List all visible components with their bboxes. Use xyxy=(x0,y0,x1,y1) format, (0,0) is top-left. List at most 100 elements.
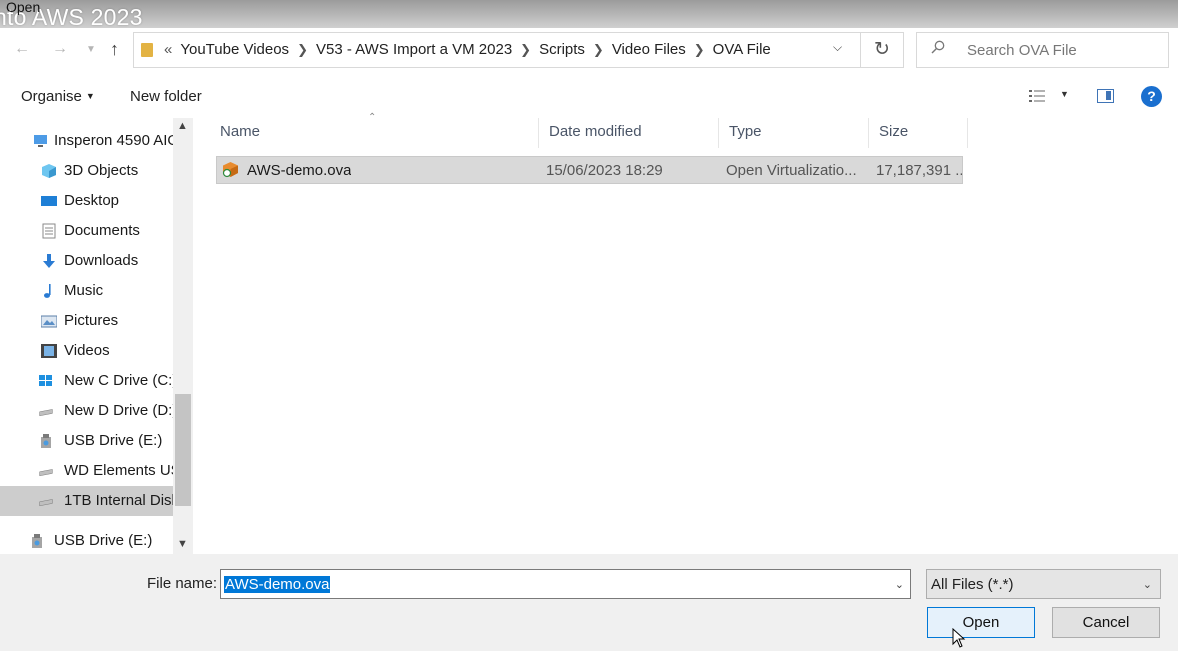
scroll-down-icon[interactable]: ▼ xyxy=(177,538,188,550)
file-name-label: File name: xyxy=(147,575,218,592)
breadcrumb-youtube-videos[interactable]: YouTube Videos xyxy=(180,41,289,58)
sidebar-item-d-drive[interactable]: New D Drive (D:) xyxy=(0,396,173,426)
column-header-name[interactable]: Name xyxy=(210,118,539,148)
breadcrumb-video-files[interactable]: Video Files xyxy=(612,41,686,58)
search-box[interactable]: Search OVA File xyxy=(916,32,1169,68)
caret-down-icon: ▼ xyxy=(85,91,95,101)
arrow-left-icon[interactable]: ← xyxy=(14,40,30,58)
file-name-input[interactable]: AWS-demo.ova ⌄ xyxy=(220,569,911,599)
document-icon xyxy=(42,223,56,239)
sidebar-item-downloads[interactable]: Downloads xyxy=(0,246,173,276)
file-type-filter[interactable]: All Files (*.*) ⌄ xyxy=(926,569,1161,599)
drive-icon xyxy=(39,409,53,417)
toolbar: Organise ▼ New folder xyxy=(0,78,1178,116)
window-title: Open xyxy=(6,0,41,15)
download-arrow-icon xyxy=(43,254,55,268)
view-dropdown-icon[interactable]: ▼ xyxy=(1060,89,1069,99)
chevron-right-icon[interactable]: ❯ xyxy=(520,42,531,57)
sidebar-item-label: Desktop xyxy=(64,192,120,209)
breadcrumb-overflow[interactable]: « xyxy=(164,41,172,58)
navigation-pane: Insperon 4590 AIO 3D Objects Desktop Doc… xyxy=(0,118,173,554)
sidebar-item-videos[interactable]: Videos xyxy=(0,336,173,366)
preview-pane-icon[interactable] xyxy=(1097,89,1114,103)
sidebar-item-wd-elements[interactable]: WD Elements US xyxy=(0,456,173,486)
sidebar-item-label: Downloads xyxy=(64,252,139,269)
file-name: AWS-demo.ova xyxy=(247,162,352,179)
sidebar-item-desktop[interactable]: Desktop xyxy=(0,186,173,216)
chevron-right-icon[interactable]: ❯ xyxy=(593,42,604,57)
address-dropdown-icon[interactable]: ⌵ xyxy=(833,40,842,55)
sidebar-item-pictures[interactable]: Pictures xyxy=(0,306,173,336)
sidebar-item-this-pc[interactable]: Insperon 4590 AIO xyxy=(0,126,173,156)
usb-drive-icon xyxy=(32,534,42,548)
column-header-date-modified[interactable]: Date modified xyxy=(539,118,719,148)
picture-icon xyxy=(41,315,57,328)
desktop-icon xyxy=(41,196,57,206)
sidebar-item-label: USB Drive (E:) xyxy=(64,432,163,449)
cancel-button[interactable]: Cancel xyxy=(1052,607,1160,638)
cube-icon xyxy=(42,164,56,178)
new-folder-button[interactable]: New folder xyxy=(130,88,202,105)
sidebar-item-label: 3D Objects xyxy=(64,162,139,179)
arrow-up-icon[interactable]: ↑ xyxy=(110,39,119,60)
sidebar-item-label: New D Drive (D:) xyxy=(64,402,173,419)
breadcrumb-scripts[interactable]: Scripts xyxy=(539,41,585,58)
computer-icon xyxy=(34,135,47,147)
sidebar-item-c-drive[interactable]: New C Drive (C:) xyxy=(0,366,173,396)
sidebar-item-label: Music xyxy=(64,282,104,299)
scroll-up-icon[interactable]: ▲ xyxy=(177,120,188,132)
drive-icon xyxy=(39,499,53,507)
title-bar: nto AWS 2023 Open xyxy=(0,0,1178,28)
folder-icon xyxy=(141,43,153,57)
breadcrumb-v53[interactable]: V53 - AWS Import a VM 2023 xyxy=(316,41,512,58)
file-date-modified: 15/06/2023 18:29 xyxy=(546,162,663,179)
file-row[interactable]: AWS-demo.ova 15/06/2023 18:29 Open Virtu… xyxy=(216,156,963,184)
sidebar-item-label: Documents xyxy=(64,222,140,239)
sidebar-item-label: Pictures xyxy=(64,312,119,329)
file-name-value: AWS-demo.ova xyxy=(224,576,331,593)
search-placeholder: Search OVA File xyxy=(967,42,1077,59)
drive-icon xyxy=(39,469,53,477)
sidebar-scrollbar[interactable]: ▲ ▼ xyxy=(173,118,193,554)
virtual-appliance-icon xyxy=(222,162,238,178)
refresh-icon[interactable]: ↻ xyxy=(861,32,904,68)
chevron-down-icon[interactable]: ⌄ xyxy=(895,578,904,591)
view-options-icon[interactable] xyxy=(1029,89,1047,103)
chevron-down-icon[interactable]: ▼ xyxy=(86,44,96,55)
address-bar[interactable]: « YouTube Videos ❯ V53 - AWS Import a VM 20… xyxy=(133,32,861,68)
column-headers: Name Date modified Type Size xyxy=(210,118,968,148)
column-header-size[interactable]: Size xyxy=(869,118,968,148)
sidebar-item-label: Insperon 4590 AIO xyxy=(54,132,173,149)
sidebar-item-label: USB Drive (E:) xyxy=(54,532,153,549)
arrow-right-icon[interactable]: → xyxy=(52,40,68,58)
file-type: Open Virtualizatio... xyxy=(726,162,857,179)
file-size: 17,187,391 ... xyxy=(876,162,962,179)
open-button[interactable]: Open xyxy=(927,607,1035,638)
sidebar-item-music[interactable]: Music xyxy=(0,276,173,306)
breadcrumb-ova-file[interactable]: OVA File xyxy=(713,41,771,58)
mouse-cursor-icon xyxy=(952,628,966,648)
sidebar-item-1tb-internal-disk[interactable]: 1TB Internal Disk xyxy=(0,486,173,516)
sidebar-item-label: New C Drive (C:) xyxy=(64,372,173,389)
help-icon[interactable]: ? xyxy=(1141,86,1162,107)
chevron-right-icon[interactable]: ❯ xyxy=(694,42,705,57)
sidebar-item-usb-drive-root[interactable]: USB Drive (E:) xyxy=(0,526,173,554)
search-icon xyxy=(931,40,945,54)
sidebar-item-label: WD Elements US xyxy=(64,462,173,479)
film-icon xyxy=(41,344,57,358)
sidebar-item-3d-objects[interactable]: 3D Objects xyxy=(0,156,173,186)
chevron-right-icon[interactable]: ❯ xyxy=(297,42,308,57)
organise-button[interactable]: Organise ▼ xyxy=(21,88,95,105)
chevron-down-icon[interactable]: ⌄ xyxy=(1143,578,1152,591)
scrollbar-thumb[interactable] xyxy=(175,394,191,506)
breadcrumb: « YouTube Videos ❯ V53 - AWS Import a VM 20… xyxy=(164,41,771,58)
sidebar-item-documents[interactable]: Documents xyxy=(0,216,173,246)
sidebar-item-usb-drive[interactable]: USB Drive (E:) xyxy=(0,426,173,456)
organise-label: Organise xyxy=(21,88,82,105)
column-header-type[interactable]: Type xyxy=(719,118,869,148)
file-type-filter-value: All Files (*.*) xyxy=(931,576,1014,593)
usb-drive-icon xyxy=(41,434,51,448)
sidebar-item-label: 1TB Internal Disk xyxy=(64,492,173,509)
sidebar-item-label: Videos xyxy=(64,342,110,359)
music-note-icon xyxy=(44,284,51,298)
